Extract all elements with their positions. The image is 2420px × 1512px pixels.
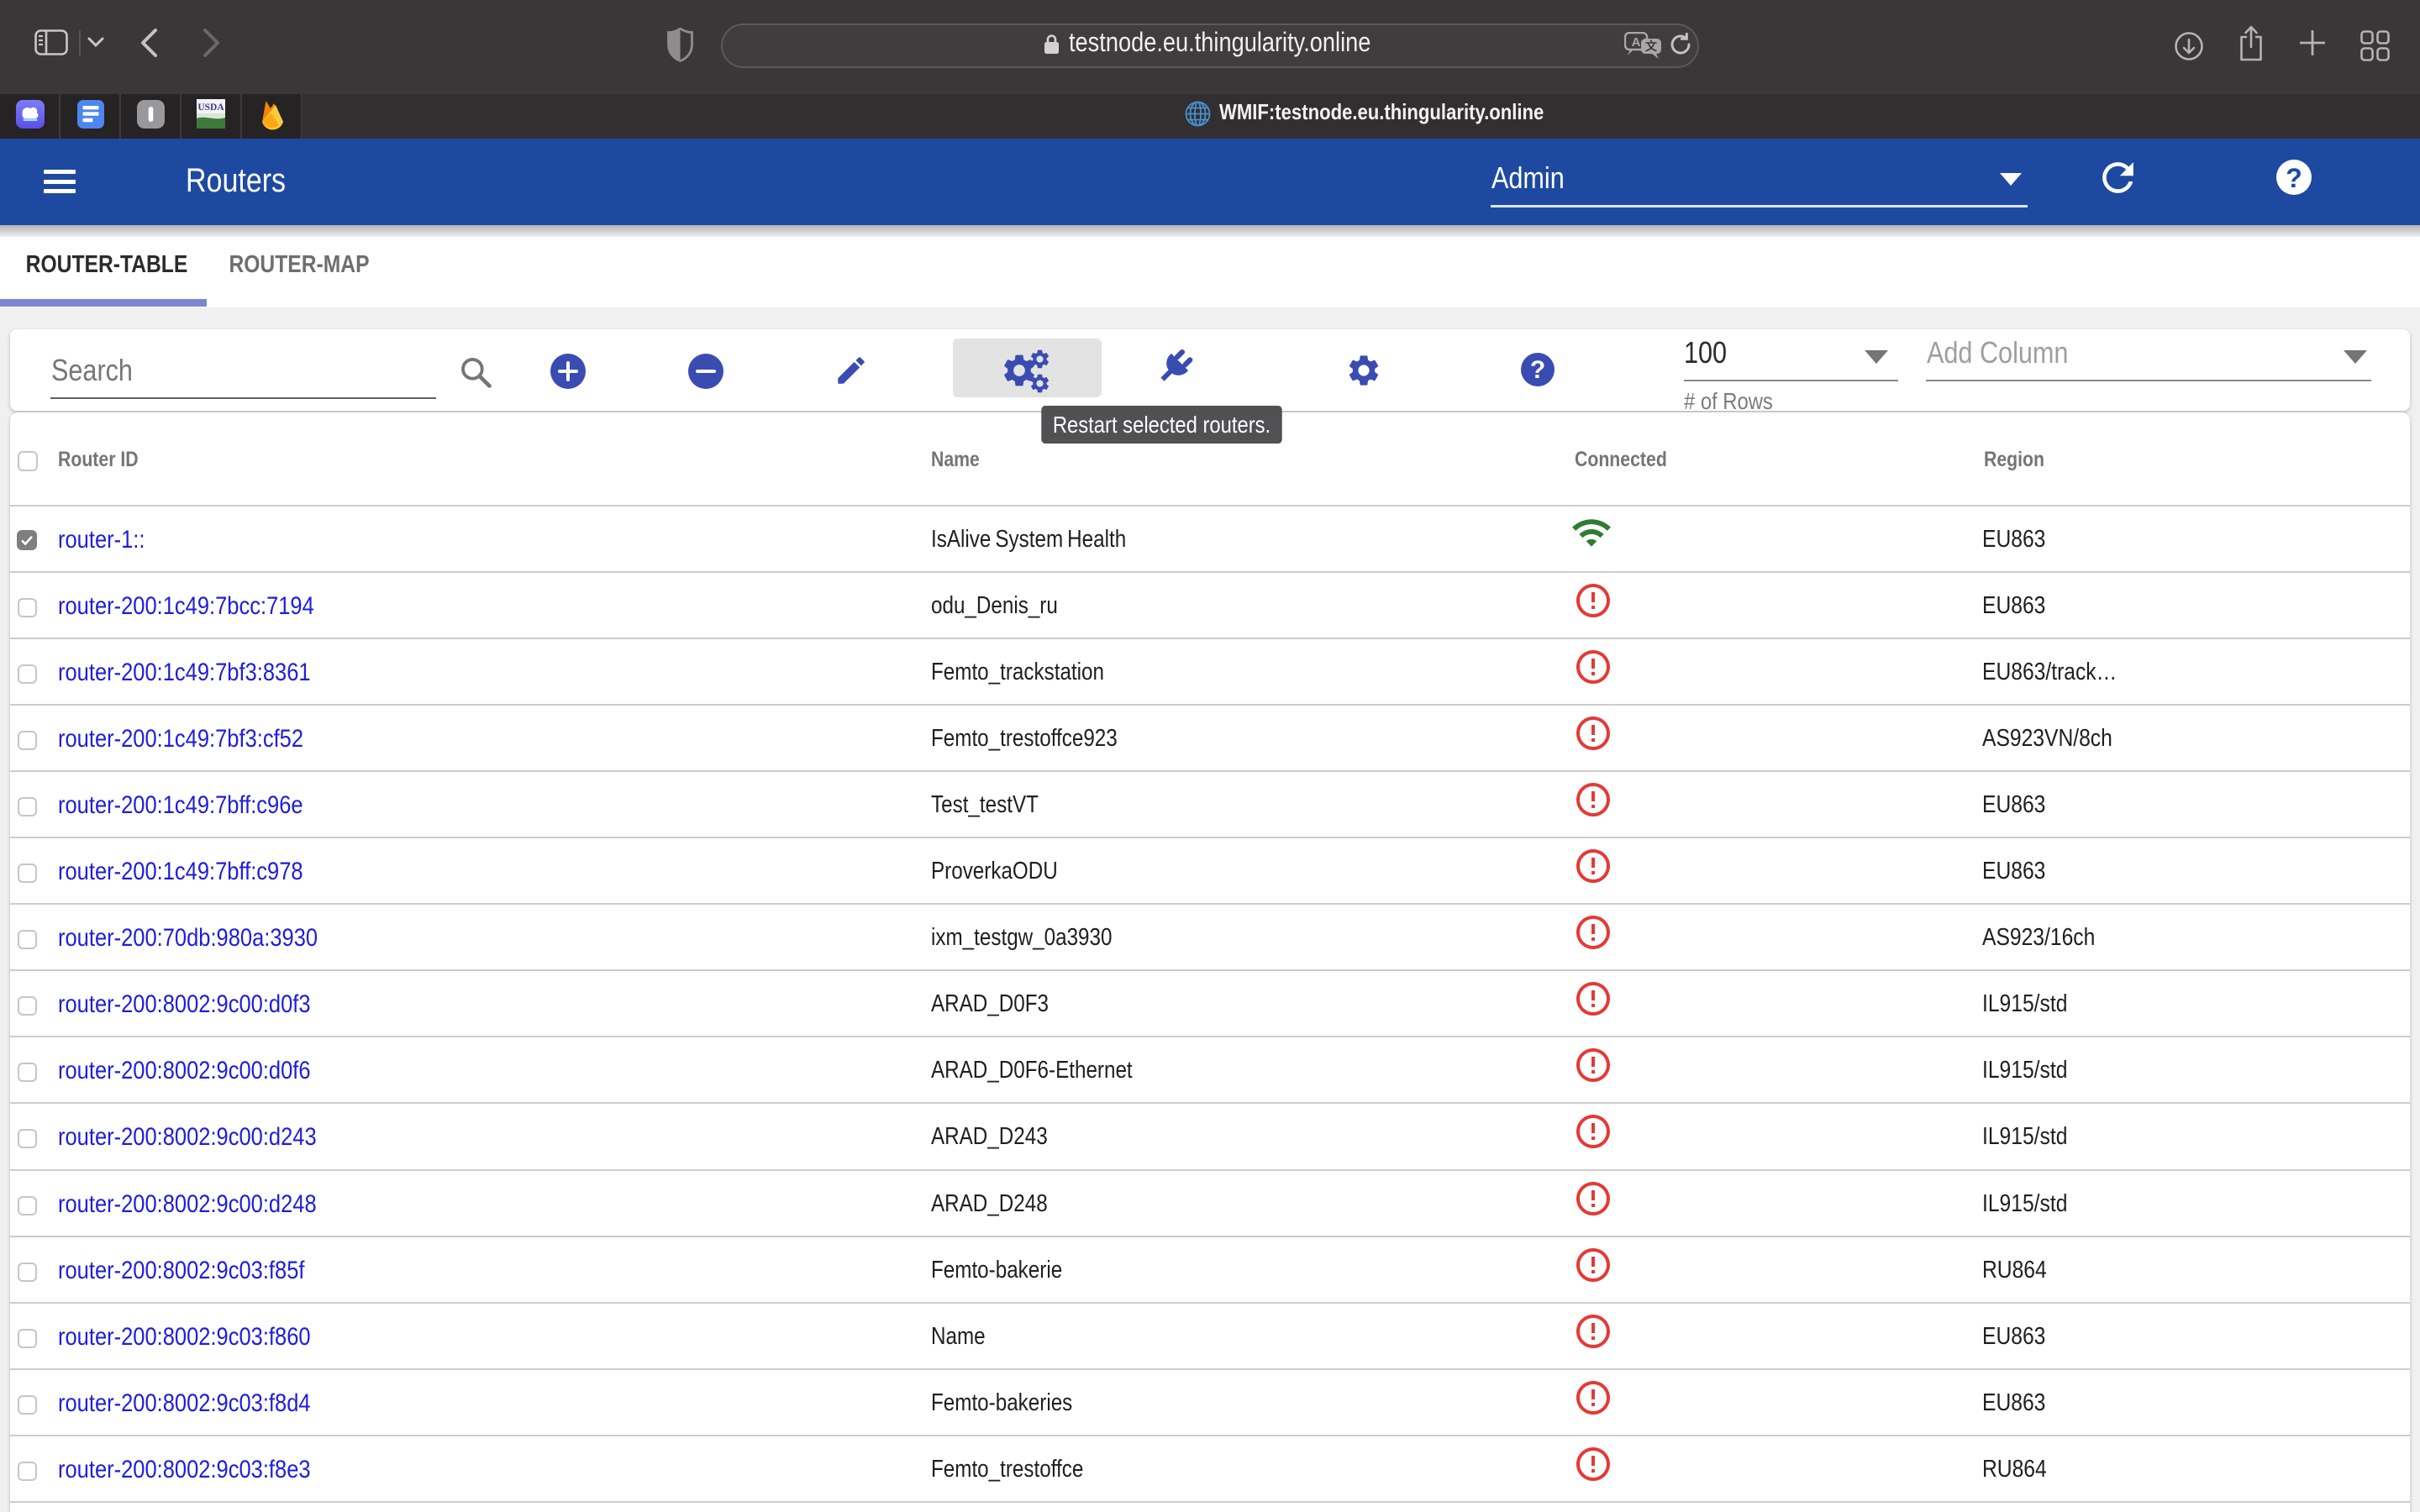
svg-text:A: A [1632,35,1641,50]
svg-text:USDA: USDA [197,102,224,113]
svg-text:文: 文 [1645,39,1658,53]
